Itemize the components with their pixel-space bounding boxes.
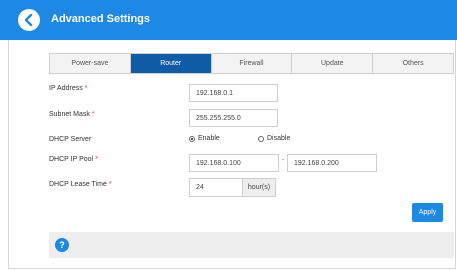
back-button[interactable] <box>18 9 40 31</box>
subnet-mask-label-text: Subnet Mask <box>49 111 90 118</box>
dhcp-lease-time-label: DHCP Lease Time * <box>49 181 112 188</box>
dhcp-pool-end-input[interactable] <box>287 154 377 172</box>
tab-firewall[interactable]: Firewall <box>212 54 293 73</box>
help-icon[interactable]: ? <box>55 238 69 252</box>
required-marker: * <box>95 156 98 163</box>
dhcp-pool-start-input[interactable] <box>189 154 279 172</box>
lease-time-unit: hour(s) <box>243 178 276 197</box>
dhcp-server-label: DHCP Server <box>49 136 92 143</box>
subnet-mask-input[interactable] <box>189 109 278 127</box>
help-bar: ? <box>49 232 454 258</box>
dhcp-disable-label: Disable <box>267 135 291 142</box>
required-marker: * <box>108 181 112 188</box>
dhcp-lease-time-label-text: DHCP Lease Time <box>49 181 107 188</box>
dhcp-enable-label: Enable <box>198 135 220 142</box>
radio-unselected-icon <box>258 135 264 142</box>
required-marker: * <box>84 85 88 92</box>
chevron-left-icon <box>24 13 33 27</box>
radio-selected-icon <box>189 135 195 142</box>
dhcp-disable-radio[interactable]: Disable <box>258 135 290 142</box>
dhcp-lease-time-input[interactable] <box>189 178 243 197</box>
dhcp-enable-radio[interactable]: Enable <box>189 135 220 142</box>
subnet-mask-label: Subnet Mask * <box>49 111 95 118</box>
pool-range-separator: - <box>282 157 285 164</box>
required-marker: * <box>91 111 95 118</box>
apply-button[interactable]: Apply <box>412 203 443 222</box>
ip-address-label-text: IP Address <box>49 85 83 92</box>
page-title: Advanced Settings <box>51 13 151 25</box>
ip-address-label: IP Address * <box>49 85 87 92</box>
tab-power-save[interactable]: Power-save <box>50 54 131 73</box>
ip-address-input[interactable] <box>189 84 278 102</box>
settings-tabs: Power-save Router Firewall Update Others <box>49 53 454 74</box>
tab-router[interactable]: Router <box>130 54 212 73</box>
dhcp-ip-pool-label: DHCP IP Pool * <box>49 156 98 163</box>
dhcp-ip-pool-label-text: DHCP IP Pool <box>49 156 94 163</box>
tab-update[interactable]: Update <box>292 54 374 73</box>
tab-others[interactable]: Others <box>373 54 453 73</box>
header-bar: Advanced Settings <box>0 0 457 40</box>
